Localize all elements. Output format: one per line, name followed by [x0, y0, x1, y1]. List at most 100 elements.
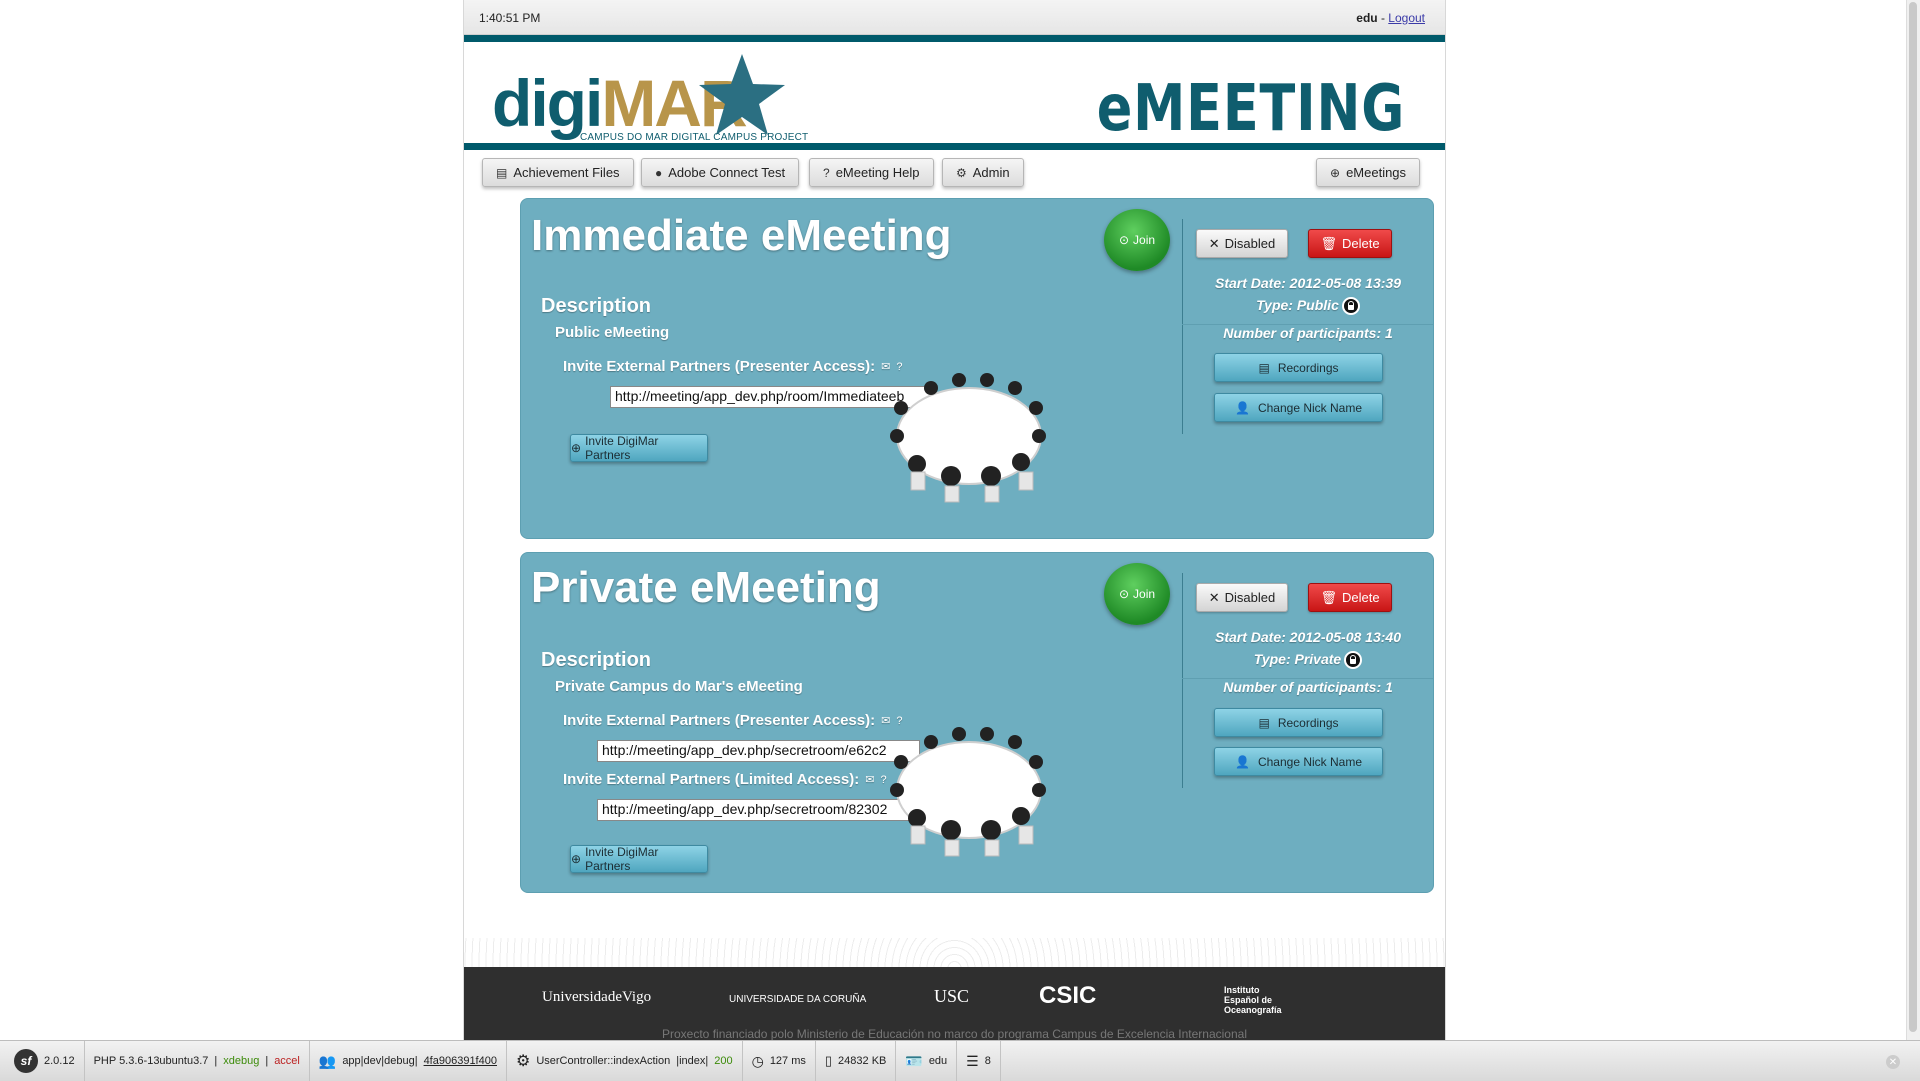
mail-icon[interactable]: ✉ — [865, 773, 874, 786]
description-text: Public eMeeting — [555, 324, 670, 341]
environment-text: app|dev|debug| — [342, 1055, 418, 1067]
alert-icon: ● — [655, 165, 663, 180]
emeeting-help-button[interactable]: ? eMeeting Help — [809, 158, 934, 187]
logout-link[interactable]: Logout — [1388, 11, 1425, 25]
meeting-type-label: Type: Private — [1253, 651, 1342, 667]
trash-icon: 🗑 — [1320, 589, 1337, 605]
database-icon: ☰ — [966, 1052, 979, 1069]
emeetings-label: eMeetings — [1346, 165, 1407, 180]
scrollbar[interactable] — [1906, 0, 1920, 1040]
header-top-stripe — [464, 35, 1445, 42]
invite-digimar-partners-button[interactable]: ⊕ Invite DigiMar Partners — [570, 434, 708, 462]
csic-logo: CSIC — [1039, 982, 1097, 1009]
db-info[interactable]: ☰ 8 — [957, 1041, 1001, 1081]
join-button[interactable]: ⊙ Join — [1104, 209, 1170, 271]
limited-url-field[interactable]: http://meeting/app_dev.php/secretroom/82… — [597, 799, 920, 821]
uvigo-logo: UniversidadeVigo — [542, 989, 652, 1005]
lock-icon — [1344, 651, 1363, 670]
accel-status: accel — [274, 1055, 300, 1067]
invite-presenter-text: Invite External Partners (Presenter Acce… — [563, 712, 876, 729]
presenter-url-field[interactable]: http://meeting/app_dev.php/secretroom/e6… — [597, 740, 920, 762]
usc-logo: USC — [934, 986, 970, 1006]
close-toolbar-icon[interactable]: ✕ — [1886, 1055, 1900, 1069]
memory-icon: ▯ — [824, 1053, 833, 1068]
recordings-button[interactable]: ▤ Recordings — [1214, 353, 1383, 382]
change-nick-name-button[interactable]: 👤 Change Nick Name — [1214, 747, 1383, 776]
invite-presenter-label: Invite External Partners (Presenter Acce… — [563, 712, 902, 729]
participants-count: Number of participants: 1 — [1223, 679, 1393, 695]
achievement-files-label: Achievement Files — [513, 165, 620, 180]
db-queries: 8 — [984, 1055, 991, 1067]
page-container: 1:40:51 PM edu - Logout digiMAR CAMPUS D… — [463, 0, 1446, 1041]
controller-info[interactable]: ⚙ UserController::indexAction |index| 200 — [507, 1041, 743, 1081]
join-icon: ⊙ — [1118, 587, 1130, 601]
meeting-type: Type: Private — [1183, 651, 1433, 670]
recordings-label: Recordings — [1277, 360, 1339, 375]
delete-button[interactable]: 🗑 Delete — [1308, 229, 1392, 258]
join-button[interactable]: ⊙ Join — [1104, 563, 1170, 625]
change-nick-name-label: Change Nick Name — [1257, 400, 1362, 415]
user-card-icon: 🪪 — [905, 1052, 923, 1069]
invite-presenter-text: Invite External Partners (Presenter Acce… — [563, 358, 876, 375]
php-version: PHP 5.3.6-13ubuntu3.7 — [93, 1055, 209, 1067]
username: edu — [1356, 11, 1378, 25]
timer-info[interactable]: ◷ 127 ms — [743, 1041, 816, 1081]
join-label: Join — [1133, 587, 1156, 601]
symfony-version[interactable]: sf 2.0.12 — [0, 1041, 85, 1081]
route-text: |index| — [676, 1055, 709, 1067]
meeting-table-image — [890, 727, 1046, 857]
description-heading: Description — [541, 295, 652, 317]
digimar-logo[interactable]: digiMAR CAMPUS DO MAR DIGITAL CAMPUS PRO… — [492, 52, 808, 143]
join-icon: ⊙ — [1118, 233, 1130, 247]
invite-digimar-partners-button[interactable]: ⊕ Invite DigiMar Partners — [570, 845, 708, 873]
logo-digi: digi — [492, 66, 603, 140]
scrollbar-thumb[interactable] — [1909, 2, 1917, 1032]
top-bar: 1:40:51 PM edu - Logout — [464, 0, 1445, 35]
invite-presenter-label: Invite External Partners (Presenter Acce… — [563, 358, 902, 375]
security-info[interactable]: 🪪 edu — [896, 1041, 958, 1081]
description-text: Private Campus do Mar's eMeeting — [555, 678, 803, 695]
memory-text: 24832 KB — [838, 1055, 887, 1067]
meeting-title: Immediate eMeeting — [531, 211, 952, 260]
symfony-logo-icon: sf — [14, 1049, 38, 1073]
user-icon: 👤 — [1235, 400, 1250, 415]
invite-digimar-partners-label: Invite DigiMar Partners — [585, 434, 659, 462]
people-icon: 👥 — [318, 1052, 337, 1069]
emeeting-help-label: eMeeting Help — [835, 165, 920, 180]
php-info[interactable]: PHP 5.3.6-13ubuntu3.7 | xdebug | accel — [85, 1041, 310, 1081]
delete-label: Delete — [1341, 236, 1380, 251]
invite-limited-label: Invite External Partners (Limited Access… — [563, 771, 887, 788]
close-icon: ✕ — [1208, 235, 1220, 251]
gear-icon: ⚙ — [956, 165, 967, 180]
start-date: Start Date: 2012-05-08 13:39 — [1215, 275, 1401, 291]
adobe-connect-test-button[interactable]: ● Adobe Connect Test — [641, 158, 800, 187]
change-nick-name-button[interactable]: 👤 Change Nick Name — [1214, 393, 1383, 422]
admin-label: Admin — [972, 165, 1010, 180]
achievement-files-button[interactable]: ▤ Achievement Files — [482, 158, 634, 187]
user-icon: 👤 — [1235, 754, 1250, 769]
meeting-card-private: Private eMeeting ⊙ Join ✕ Disabled 🗑 Delete… — [520, 552, 1434, 893]
emeetings-button[interactable]: ⊕ eMeetings — [1316, 158, 1421, 187]
xdebug-status: xdebug — [223, 1055, 260, 1067]
admin-button[interactable]: ⚙ Admin — [942, 158, 1024, 187]
memory-info[interactable]: ▯ 24832 KB — [816, 1041, 897, 1081]
clock-icon: ◷ — [751, 1052, 764, 1069]
page-title: eMEETING — [1096, 72, 1405, 146]
status-code: 200 — [714, 1055, 733, 1067]
film-icon: ▤ — [1258, 360, 1270, 375]
disabled-button[interactable]: ✕ Disabled — [1196, 229, 1288, 258]
user-separator: - — [1377, 11, 1389, 25]
delete-button[interactable]: 🗑 Delete — [1308, 583, 1392, 612]
close-icon: ✕ — [1208, 589, 1220, 605]
recordings-label: Recordings — [1277, 715, 1339, 730]
environment-info[interactable]: 👥 app|dev|debug| 4fa906391f400 — [310, 1041, 507, 1081]
plus-circle-icon: ⊕ — [571, 441, 582, 455]
trash-icon: 🗑 — [1320, 235, 1337, 251]
recordings-button[interactable]: ▤ Recordings — [1214, 708, 1383, 737]
profiler-token[interactable]: 4fa906391f400 — [424, 1055, 497, 1067]
start-date: Start Date: 2012-05-08 13:40 — [1215, 629, 1401, 645]
timer-text: 127 ms — [769, 1055, 806, 1067]
invite-limited-text: Invite External Partners (Limited Access… — [563, 771, 860, 788]
disabled-button[interactable]: ✕ Disabled — [1196, 583, 1288, 612]
symfony-debug-toolbar: sf 2.0.12 PHP 5.3.6-13ubuntu3.7 | xdebug | a… — [0, 1040, 1920, 1081]
